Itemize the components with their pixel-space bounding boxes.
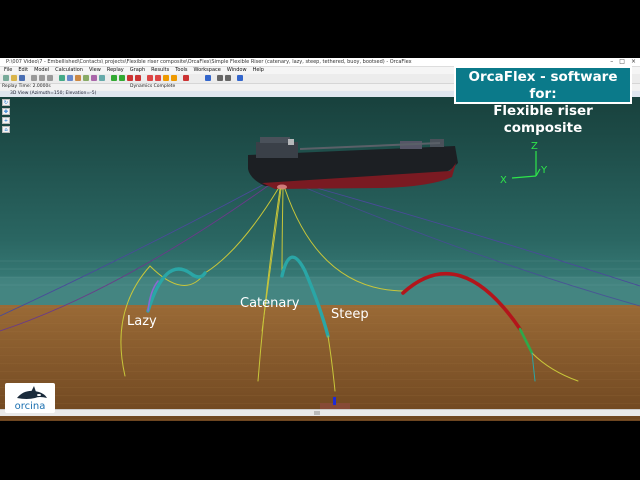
menu-model[interactable]: Model (34, 67, 49, 74)
graph-icon[interactable] (225, 75, 231, 81)
replay-play-icon[interactable] (155, 75, 161, 81)
seabed-haze (0, 277, 640, 307)
new-icon[interactable] (3, 75, 9, 81)
statics-icon[interactable] (111, 75, 117, 81)
menu-view[interactable]: View (89, 67, 101, 74)
menu-workspace[interactable]: Workspace (194, 67, 221, 74)
view-3d-icon[interactable] (205, 75, 211, 81)
horizontal-scrollbar[interactable] (0, 409, 640, 416)
stop-icon[interactable] (127, 75, 133, 81)
new-vessel-icon[interactable] (67, 75, 73, 81)
turret (277, 184, 287, 190)
label-steep: Steep (331, 307, 369, 322)
3d-view[interactable]: Z Y X 3D View (Azimuth=150; Elevation=-5… (0, 91, 640, 421)
replay-step-icon[interactable] (163, 75, 169, 81)
save-icon[interactable] (19, 75, 25, 81)
copy-icon[interactable] (39, 75, 45, 81)
new-winch-icon[interactable] (99, 75, 105, 81)
replay-speed-icon[interactable] (183, 75, 189, 81)
menu-window[interactable]: Window (227, 67, 247, 74)
dynamics-status: Dynamics Complete (130, 84, 176, 89)
z-axis-label: Z (531, 141, 538, 152)
overlay-line-2: Flexible riser composite (493, 103, 593, 136)
menu-edit[interactable]: Edit (18, 67, 28, 74)
menu-tools[interactable]: Tools (175, 67, 187, 74)
x-axis-label: X (500, 175, 507, 186)
cut-icon[interactable] (31, 75, 37, 81)
replay-end-icon[interactable] (171, 75, 177, 81)
maximize-button[interactable]: □ (619, 58, 625, 66)
menu-help[interactable]: Help (253, 67, 264, 74)
orcaflex-window: P:\007 Video\7 - Embellished\Contacts\ p… (0, 58, 640, 421)
replay-start-icon[interactable] (147, 75, 153, 81)
menu-calculation[interactable]: Calculation (55, 67, 83, 74)
window-controls: – □ × (610, 58, 636, 66)
paste-icon[interactable] (47, 75, 53, 81)
orcina-wordmark: orcina (14, 401, 46, 412)
reset-icon[interactable] (135, 75, 141, 81)
overlay-line-1: OrcaFlex - software for: (468, 69, 618, 102)
orcina-logo: orcina (5, 383, 55, 413)
help-icon[interactable] (237, 75, 243, 81)
view-pan-icon[interactable]: ✥ (2, 108, 10, 115)
window-title: P:\007 Video\7 - Embellished\Contacts\ p… (6, 59, 412, 65)
view-zoom-icon[interactable]: + (2, 117, 10, 124)
orcaflex-overlay-banner: OrcaFlex - software for: Flexible riser … (454, 66, 632, 136)
menu-results[interactable]: Results (151, 67, 169, 74)
view-side-tools: ↻ ✥ + ⌂ (2, 99, 10, 133)
view-rotate-icon[interactable]: ↻ (2, 99, 10, 106)
label-catenary: Catenary (240, 296, 300, 311)
scrollbar-thumb[interactable] (314, 411, 320, 415)
view-reset-icon[interactable]: ⌂ (2, 126, 10, 133)
minimize-button[interactable]: – (610, 58, 613, 66)
menu-graph[interactable]: Graph (130, 67, 145, 74)
replay-time: Replay Time: 2.0000s (2, 84, 51, 89)
3d-view-canvas[interactable]: Z Y X (0, 91, 640, 421)
open-icon[interactable] (11, 75, 17, 81)
menu-replay[interactable]: Replay (107, 67, 124, 74)
new-line-icon[interactable] (75, 75, 81, 81)
results-icon[interactable] (217, 75, 223, 81)
close-button[interactable]: × (631, 58, 636, 66)
new-buoy-icon[interactable] (83, 75, 89, 81)
y-axis-label: Y (540, 165, 548, 176)
model-browser-icon[interactable] (59, 75, 65, 81)
run-icon[interactable] (119, 75, 125, 81)
label-lazy: Lazy (127, 314, 157, 329)
menu-file[interactable]: File (4, 67, 12, 74)
new-link-icon[interactable] (91, 75, 97, 81)
